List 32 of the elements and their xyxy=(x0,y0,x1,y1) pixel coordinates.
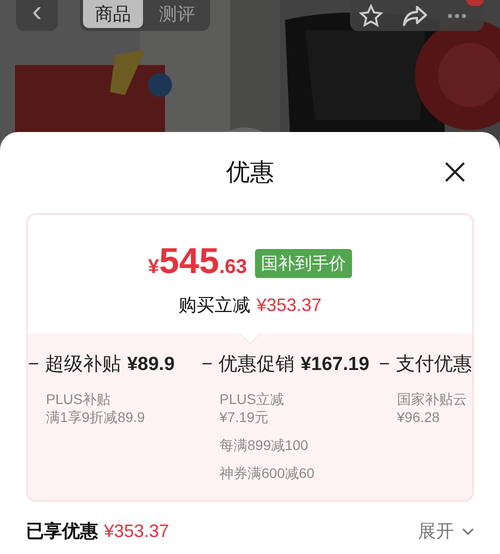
savings-amount: ¥353.37 xyxy=(104,520,170,543)
back-button[interactable]: ‹ xyxy=(16,0,58,31)
discount-label: 支付优惠 xyxy=(396,353,472,377)
close-icon[interactable] xyxy=(444,161,466,183)
detail-text: 每满899减100 xyxy=(220,436,310,454)
savings-label: 已享优惠 xyxy=(26,520,98,543)
reduction-label: 购买立减 xyxy=(178,294,250,317)
star-icon[interactable] xyxy=(359,4,384,28)
discount-label: 超级补贴 xyxy=(45,353,122,377)
reduction-amount: ¥353.37 xyxy=(256,294,322,317)
share-icon[interactable] xyxy=(402,4,428,26)
chevron-icon xyxy=(462,528,474,536)
detail-text: 神券满600减60 xyxy=(220,464,316,482)
discount-label: 优惠促销 xyxy=(218,353,295,377)
more-icon[interactable] xyxy=(446,12,467,18)
detail-text: ¥96.28 xyxy=(396,408,441,426)
final-price: ¥545.63 xyxy=(148,243,247,282)
tab[interactable]: 商品 xyxy=(83,0,143,28)
sheet-title: 优惠 xyxy=(226,158,274,188)
expand-button[interactable]: 展开 xyxy=(418,518,474,545)
detail-text: ¥7.19元 xyxy=(220,408,270,426)
tab[interactable]: 测评 xyxy=(147,0,207,28)
minus-sign: − xyxy=(378,353,390,377)
minus-sign: − xyxy=(28,353,40,377)
discount-amount: ¥167.19 xyxy=(300,353,370,377)
discount-amount: ¥89.9 xyxy=(127,353,175,377)
detail-title: 国家补贴云 xyxy=(396,390,468,408)
detail-title: PLUS补贴 xyxy=(46,390,112,408)
subsidy-tag: 国补到手价 xyxy=(255,248,352,278)
minus-sign: − xyxy=(202,353,213,377)
detail-text: 满1享9折减89.9 xyxy=(46,408,146,426)
detail-title: PLUS立减 xyxy=(220,390,286,408)
